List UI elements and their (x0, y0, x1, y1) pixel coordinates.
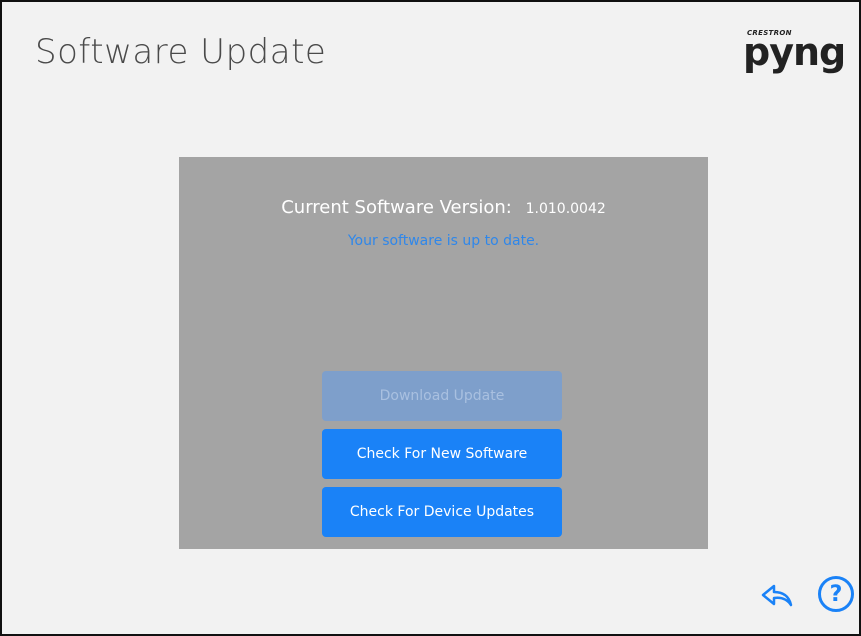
download-update-button[interactable]: Download Update (322, 371, 562, 421)
check-new-software-button[interactable]: Check For New Software (322, 429, 562, 479)
help-icon[interactable]: ? (818, 576, 854, 612)
version-label: Current Software Version: (281, 197, 512, 218)
brand-pyng-text: pyng (743, 30, 846, 74)
crestron-pyng-logo: CRESTRON pyng (743, 28, 847, 74)
update-panel: Current Software Version: 1.010.0042 You… (179, 157, 708, 549)
update-status: Your software is up to date. (347, 233, 540, 249)
app-window: Software Update CRESTRON pyng Current So… (0, 0, 861, 636)
page-title: Software Update (35, 32, 327, 72)
check-device-updates-button[interactable]: Check For Device Updates (322, 487, 562, 537)
version-value: 1.010.0042 (525, 201, 606, 217)
back-icon[interactable] (760, 580, 794, 610)
version-line: Current Software Version: 1.010.0042 (179, 197, 708, 218)
